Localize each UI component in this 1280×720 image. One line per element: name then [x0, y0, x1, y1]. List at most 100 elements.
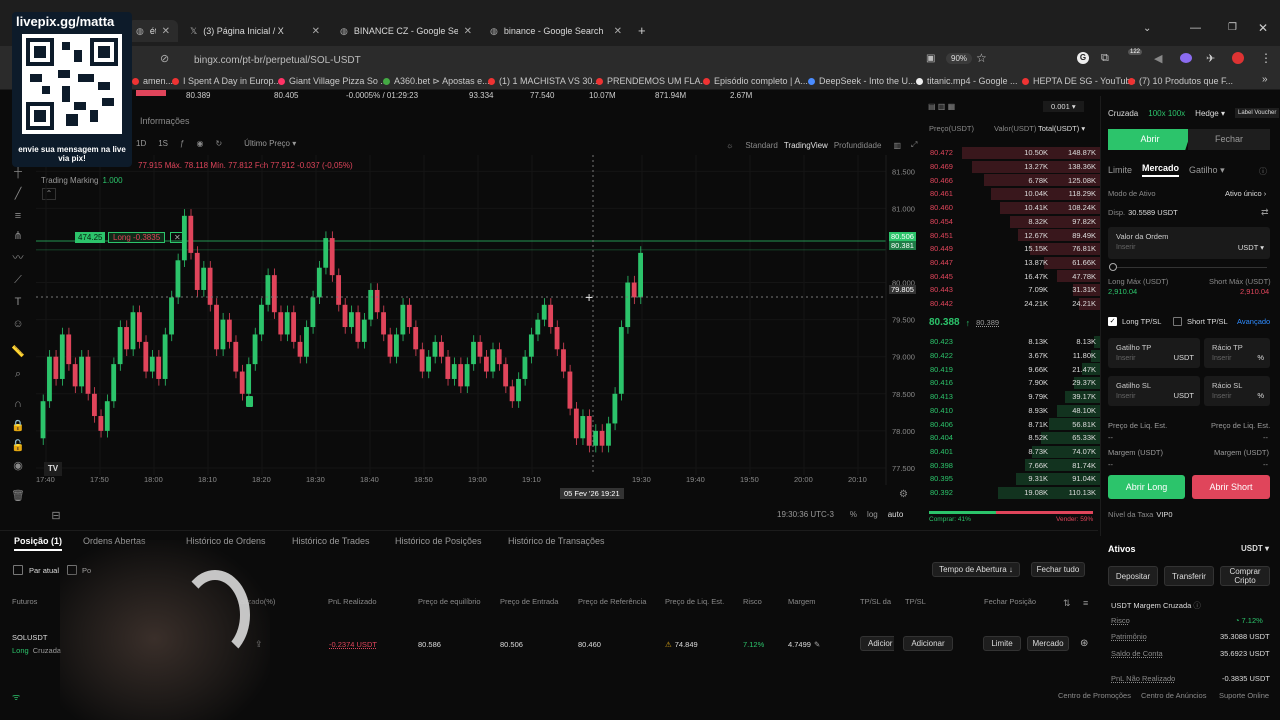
bookmark-item[interactable]: PRENDEMOS UM FLA... [596, 76, 708, 86]
view-depth[interactable]: Profundidade [834, 141, 882, 150]
bookmark-item[interactable]: HEPTA DE SG - YouTube [1022, 76, 1136, 86]
bid-row[interactable]: 80.401 8.73K 74.07K [926, 445, 1102, 459]
ask-row[interactable]: 80.472 10.50K 148.87K [926, 146, 1102, 160]
text-tool-icon[interactable]: T [10, 294, 26, 310]
position-symbol[interactable]: SOLUSDT [12, 633, 47, 642]
size-slider[interactable] [1112, 267, 1267, 268]
transfer-button[interactable]: Transferir [1164, 566, 1214, 586]
column-filter-icon[interactable]: ≡ [1083, 598, 1088, 608]
bookmark-item[interactable]: amen... [132, 76, 173, 86]
bid-row[interactable]: 80.392 19.08K 110.13K [926, 486, 1102, 500]
add-tpsl-button-2[interactable]: Adicionar [903, 636, 953, 651]
positions-tab[interactable]: Posição (1) [14, 536, 63, 551]
settings-gear-icon[interactable]: ⚙ [899, 489, 908, 500]
leverage[interactable]: 100x 100x [1148, 109, 1185, 118]
lines-tool-icon[interactable]: ≡ [10, 208, 26, 224]
ask-row[interactable]: 80.460 10.41K 108.24K [926, 201, 1102, 215]
camera-icon[interactable]: ◉ [196, 139, 203, 148]
zoom-tool-icon[interactable]: ⌕ [10, 366, 26, 382]
ask-row[interactable]: 80.442 24.21K 24.21K [926, 297, 1102, 311]
bookmark-item[interactable]: (7) 10 Produtos que F... [1128, 76, 1233, 86]
tp-ratio-field[interactable]: Rácio TP Inserir % [1204, 338, 1270, 368]
magnet-tool-icon[interactable]: ∩ [10, 396, 26, 412]
interval-1s[interactable]: 1S [158, 139, 168, 148]
bookmark-item[interactable]: A360.bet ⊳ Apostas e... [383, 76, 490, 87]
deposit-button[interactable]: Depositar [1108, 566, 1158, 586]
layout-icon[interactable]: ▥ [893, 141, 901, 150]
ruler-tool-icon[interactable]: 📏 [10, 344, 26, 360]
positions-tab[interactable]: Histórico de Trades [292, 536, 370, 546]
bid-row[interactable]: 80.419 9.66K 21.47K [926, 362, 1102, 376]
ask-row[interactable]: 80.469 13.27K 138.36K [926, 160, 1102, 174]
sl-ratio-field[interactable]: Rácio SL Inserir % [1204, 376, 1270, 406]
ask-row[interactable]: 80.447 13.87K 61.66K [926, 256, 1102, 270]
hedge-mode[interactable]: Hedge ▾ [1195, 109, 1225, 118]
column-settings-icon[interactable]: ⇅ [1063, 598, 1071, 609]
speaker-icon[interactable]: ◀ [1154, 52, 1162, 65]
add-tpsl-button-1[interactable]: Adicior [860, 636, 894, 651]
tab-close-icon[interactable]: ✕ [162, 26, 170, 37]
view-tradingview[interactable]: TradingView [784, 141, 828, 150]
pattern-tool-icon[interactable]: ⟋ [10, 272, 26, 288]
emoji-tool-icon[interactable]: ☺ [10, 316, 26, 332]
ask-row[interactable]: 80.461 10.04K 118.29K [926, 187, 1102, 201]
bid-row[interactable]: 80.416 7.90K 29.37K [926, 376, 1102, 390]
indicator-icon[interactable]: ƒ [180, 139, 184, 148]
footer-link[interactable]: Centro de Promoções [1058, 691, 1131, 700]
asset-mode-value[interactable]: Ativo único › [1225, 189, 1266, 198]
book-layout-icons[interactable]: ▤ ▥ ▦ [928, 102, 955, 111]
maximize-button[interactable]: ❐ [1228, 22, 1237, 33]
install-icon[interactable]: ▣ [926, 53, 935, 64]
order-value-field[interactable]: Valor da Ordem Inserir USDT ▾ [1108, 227, 1270, 259]
voucher-button[interactable]: Label Voucher [1235, 108, 1280, 118]
tab-informacoes[interactable]: Informações [140, 116, 190, 126]
scale-log[interactable]: log [867, 510, 878, 519]
buy-marker-icon[interactable] [246, 396, 253, 408]
bid-row[interactable]: 80.423 8.13K 8.13K [926, 335, 1102, 349]
footer-link[interactable]: Centro de Anúncios [1141, 691, 1206, 700]
bookmark-item[interactable]: I Spent A Day in Europ... [172, 76, 281, 86]
positions-tab[interactable]: Histórico de Posições [395, 536, 482, 546]
eye-tool-icon[interactable]: ◉ [10, 458, 26, 474]
close-market-button[interactable]: Mercado [1027, 636, 1069, 651]
order-type-limit[interactable]: Limite [1108, 165, 1132, 175]
trendline-tool-icon[interactable]: ╱ [10, 186, 26, 202]
position-line-close[interactable]: ✕ [170, 232, 185, 243]
theme-icon[interactable]: ☼ [726, 141, 733, 150]
ask-row[interactable]: 80.451 12.67K 89.49K [926, 228, 1102, 242]
browser-tab[interactable]: 𝕏 (3) Página Inicial / X ✕ [182, 20, 328, 42]
ask-row[interactable]: 80.466 6.78K 125.08K [926, 173, 1102, 187]
tab-list-icon[interactable]: ⌄ [1143, 23, 1151, 34]
margin-edit-icon[interactable]: ✎ [814, 640, 820, 649]
tp-trigger-field[interactable]: Gatilho TP Inserir USDT [1108, 338, 1200, 368]
interval-1d[interactable]: 1D [136, 139, 146, 148]
lock-all-icon[interactable]: 🔓 [10, 438, 26, 454]
price-type-select[interactable]: Último Preço ▾ [244, 139, 296, 148]
lock-tool-icon[interactable]: 🔒 [10, 418, 26, 434]
ask-row[interactable]: 80.443 7.09K 31.31K [926, 283, 1102, 297]
bid-row[interactable]: 80.404 8.52K 65.33K [926, 431, 1102, 445]
bookmark-star-icon[interactable]: ☆ [976, 51, 987, 65]
open-long-button[interactable]: Abrir Long [1108, 475, 1185, 499]
bookmark-item[interactable]: Giant Village Pizza So ... [278, 76, 388, 86]
url-field[interactable]: bingx.com/pt-br/perpetual/SOL-USDT [178, 51, 998, 69]
bid-row[interactable]: 80.413 9.79K 39.17K [926, 390, 1102, 404]
layers-icon[interactable]: ⊟ [48, 508, 64, 524]
refresh-icon[interactable]: ↻ [215, 139, 222, 148]
ask-row[interactable]: 80.445 16.47K 47.78K [926, 269, 1102, 283]
reverse-position-icon[interactable]: ⊛ [1080, 638, 1088, 649]
extension-purple-icon[interactable] [1180, 53, 1192, 63]
price-chart[interactable]: 81.50081.00080.00079.50079.00078.50078.0… [36, 155, 920, 485]
tab-close-icon[interactable]: ✕ [464, 26, 472, 37]
sort-open-time-select[interactable]: Tempo de Abertura ↓ [932, 562, 1020, 577]
assets-currency-select[interactable]: USDT ▾ [1241, 544, 1269, 553]
brush-tool-icon[interactable]: 〰 [10, 250, 26, 266]
extension-g-icon[interactable]: G [1077, 52, 1089, 64]
pitchfork-tool-icon[interactable]: ⋔ [10, 228, 26, 244]
site-info-icon[interactable]: ⊘ [160, 52, 169, 65]
order-type-market[interactable]: Mercado [1142, 163, 1180, 177]
current-pair-checkbox[interactable] [13, 565, 23, 575]
more-bookmarks-icon[interactable]: » [1262, 74, 1268, 85]
new-tab-button[interactable]: + [638, 23, 646, 38]
short-tpsl-checkbox[interactable] [1173, 317, 1182, 326]
